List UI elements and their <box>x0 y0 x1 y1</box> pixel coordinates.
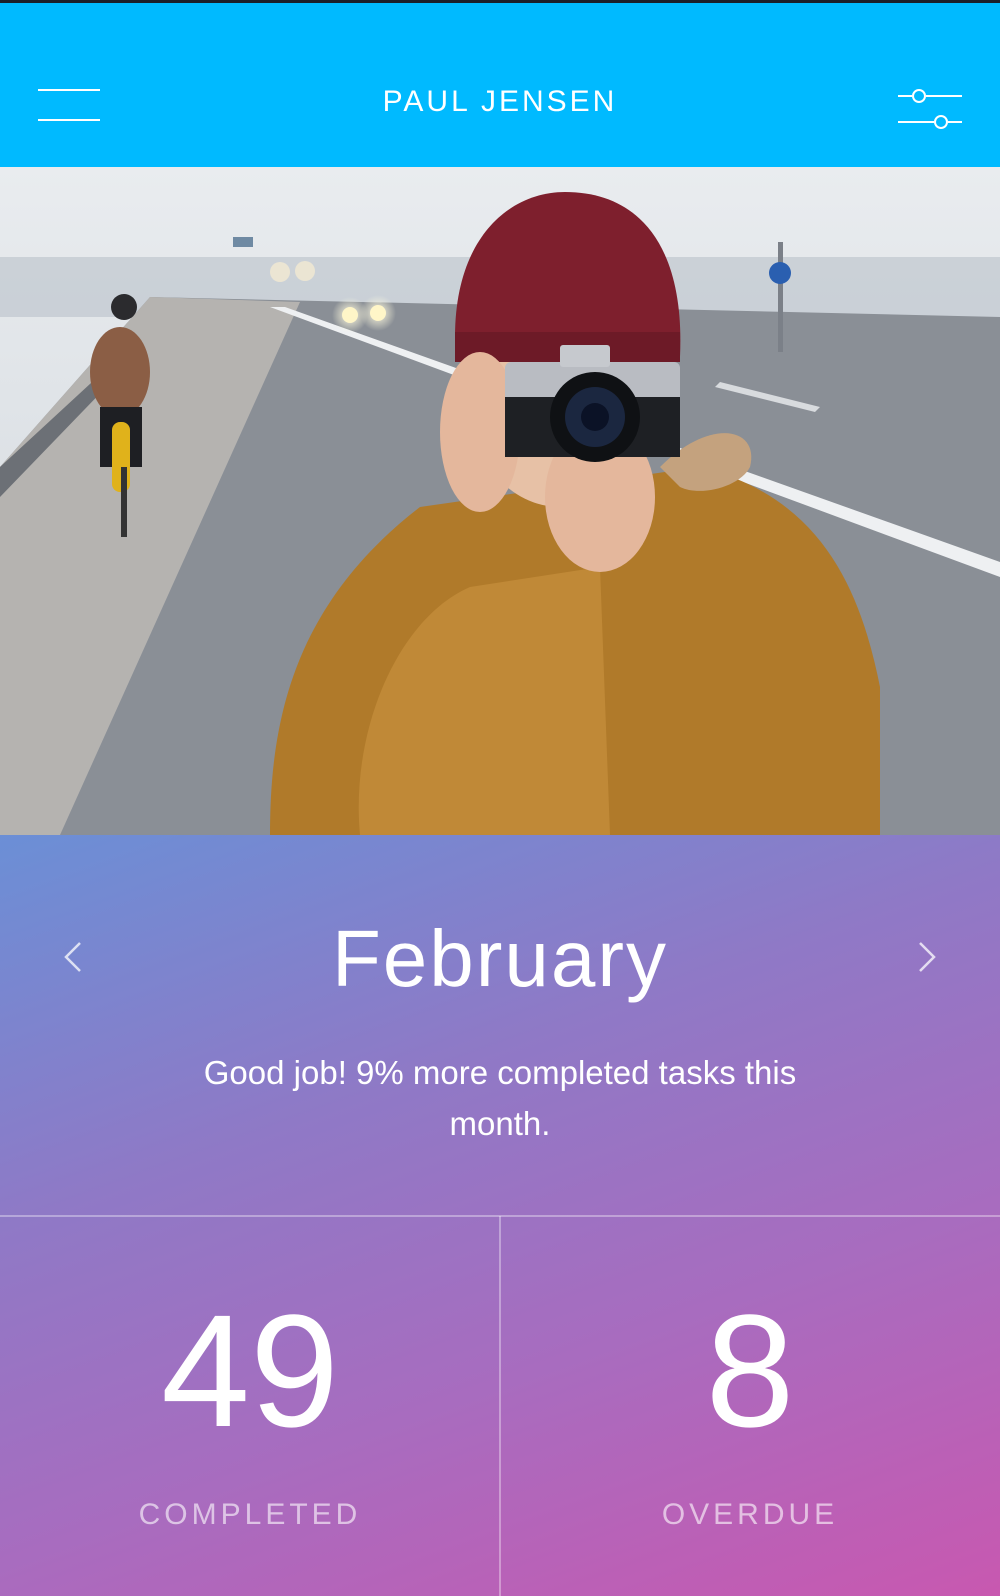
overdue-label: OVERDUE <box>661 1498 839 1531</box>
sliders-filter-icon[interactable] <box>898 87 962 131</box>
app-header: PAUL JENSEN <box>0 3 1000 167</box>
completed-count: 49 <box>161 1281 339 1460</box>
progress-message: Good job! 9% more completed tasks this m… <box>203 1054 797 1142</box>
overdue-stat: 8 OVERDUE <box>500 1216 1000 1596</box>
monthly-stats-panel: February Good job! 9% more completed tas… <box>0 835 1000 1596</box>
month-title: February <box>331 914 669 1003</box>
page-title: PAUL JENSEN <box>382 85 618 118</box>
completed-stat: 49 COMPLETED <box>0 1216 500 1596</box>
profile-photo <box>0 167 1000 835</box>
chevron-right-icon[interactable] <box>906 927 946 987</box>
completed-label: COMPLETED <box>138 1498 362 1531</box>
overdue-count: 8 <box>705 1281 795 1460</box>
